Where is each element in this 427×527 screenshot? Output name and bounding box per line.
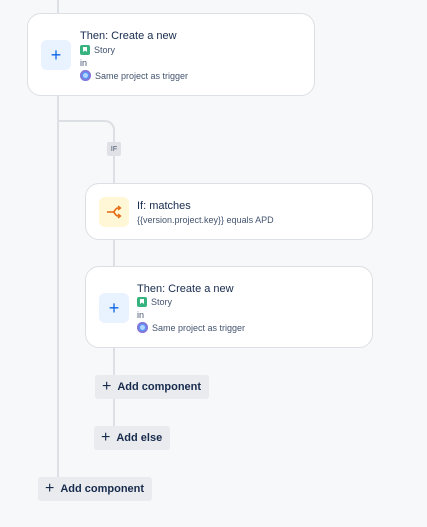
then-create-card-outer[interactable]: + Then: Create a new Story in Same proje…: [27, 13, 315, 96]
issue-type-label: Story: [94, 45, 116, 55]
project: Same project as trigger: [137, 322, 245, 333]
plus-icon: +: [45, 480, 55, 497]
plus-icon: +: [101, 429, 111, 446]
project-icon: [80, 70, 91, 81]
issue-type-label: Story: [151, 297, 173, 307]
card-title: Then: Create a new: [80, 30, 177, 42]
create-issue-icon: +: [99, 293, 129, 323]
in-label: in: [80, 58, 88, 68]
project-label: Same project as trigger: [152, 322, 246, 333]
issue-type: Story: [137, 297, 172, 307]
card-title: If: matches: [137, 200, 191, 212]
branch-icon: [99, 197, 129, 227]
condition-detail: {{version.project.key}} equals APD: [137, 215, 274, 225]
button-label: Add component: [60, 483, 145, 495]
story-icon: [80, 45, 90, 55]
project-icon: [137, 322, 148, 333]
plus-icon: +: [102, 378, 112, 395]
if-condition-card[interactable]: If: matches {{version.project.key}} equa…: [85, 183, 373, 240]
button-label: Add component: [117, 381, 202, 393]
in-label: in: [137, 310, 145, 320]
add-component-button-inner[interactable]: + Add component: [95, 375, 210, 399]
button-label: Add else: [116, 432, 163, 444]
then-create-card-inner[interactable]: + Then: Create a new Story in Same proje…: [85, 266, 373, 348]
project: Same project as trigger: [80, 70, 188, 81]
story-icon: [137, 297, 147, 307]
create-issue-icon: +: [41, 40, 71, 70]
project-label: Same project as trigger: [95, 70, 189, 81]
add-component-button-outer[interactable]: + Add component: [38, 477, 153, 501]
add-else-button[interactable]: + Add else: [94, 426, 171, 450]
card-title: Then: Create a new: [137, 283, 234, 295]
if-branch-tag: IF: [107, 142, 121, 156]
issue-type: Story: [80, 45, 115, 55]
